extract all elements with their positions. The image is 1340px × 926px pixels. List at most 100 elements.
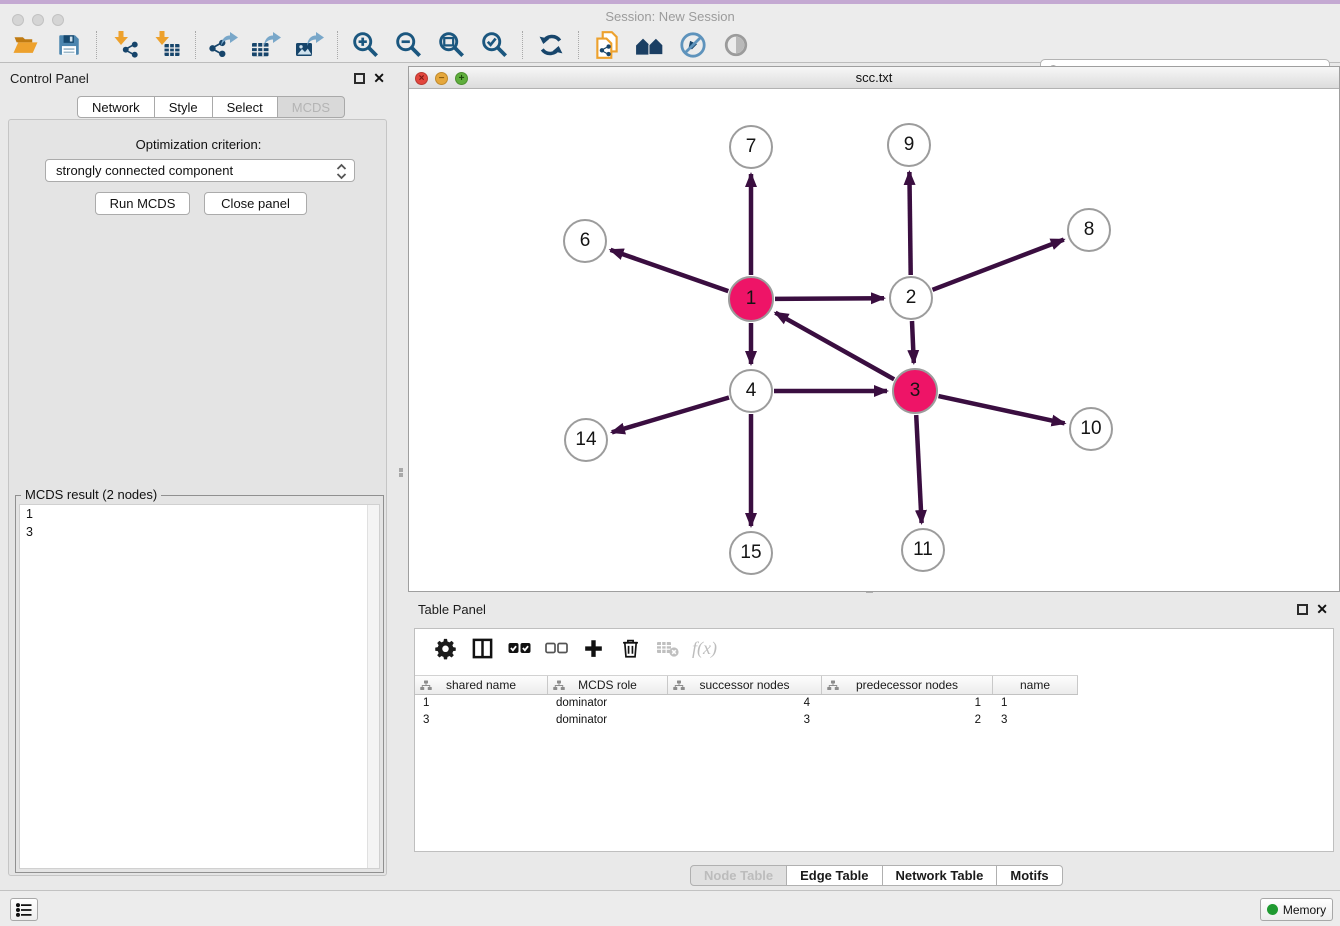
table-cell[interactable]: 3 [993,712,1078,729]
delete-table-icon [649,632,686,664]
toolbar-separator [96,31,97,59]
zoom-in-icon[interactable] [344,28,387,62]
tab-edge-table[interactable]: Edge Table [787,865,882,886]
refresh-layout-icon[interactable] [529,28,572,62]
table-cell[interactable]: 1 [993,695,1078,712]
table-cell[interactable]: 3 [415,712,548,729]
node-table-container: f(x) shared nameMCDS rolesuccessor nodes… [414,628,1334,852]
memory-button[interactable]: Memory [1260,898,1333,921]
houses-icon[interactable] [628,28,671,62]
column-header-successor-nodes[interactable]: successor nodes [668,676,822,694]
graph-edge-1-6[interactable] [611,250,729,291]
export-image-icon[interactable] [288,28,331,62]
add-column-icon[interactable] [575,632,612,664]
close-panel-icon[interactable]: ✕ [373,70,385,87]
table-cell[interactable]: 4 [668,695,822,712]
table-close-icon[interactable]: ✕ [1316,601,1328,618]
graph-node-3[interactable]: 3 [892,368,938,414]
close-panel-button[interactable]: Close panel [204,192,307,215]
tab-network-table[interactable]: Network Table [883,865,998,886]
tab-mcds[interactable]: MCDS [278,96,345,118]
graph-node-10[interactable]: 10 [1069,407,1113,451]
graph-edge-2-8[interactable] [933,240,1064,290]
toolbar-separator [195,31,196,59]
vertical-splitter-handle[interactable] [399,467,404,481]
session-title: Session: New Session [0,9,1340,24]
graph-node-7[interactable]: 7 [729,125,773,169]
graph-node-6[interactable]: 6 [563,219,607,263]
optimization-criterion-select[interactable]: strongly connected component [45,159,355,182]
select-all-icon[interactable] [501,632,538,664]
column-header-name[interactable]: name [993,676,1078,694]
table-settings-icon[interactable] [427,632,464,664]
export-network-icon[interactable] [202,28,245,62]
table-row[interactable]: 3dominator323 [415,712,1078,729]
run-mcds-button[interactable]: Run MCDS [95,192,190,215]
delete-column-icon[interactable] [612,632,649,664]
zoom-selected-icon[interactable] [473,28,516,62]
zoom-out-icon[interactable] [387,28,430,62]
graph-node-14[interactable]: 14 [564,418,608,462]
table-cell[interactable]: dominator [548,695,668,712]
graph-edge-3-11[interactable] [916,415,921,523]
result-scrollbar[interactable] [367,505,379,868]
graph-node-1[interactable]: 1 [728,276,774,322]
table-float-icon[interactable] [1297,604,1308,615]
graph-node-11[interactable]: 11 [901,528,945,572]
mcds-result-legend: MCDS result (2 nodes) [21,487,161,502]
toolbar-separator [522,31,523,59]
main-toolbar [0,27,1340,63]
table-cell[interactable]: 1 [415,695,548,712]
status-bar: Memory [0,890,1340,926]
import-table-icon[interactable] [146,28,189,62]
task-history-button[interactable] [10,898,38,921]
graph-edge-4-14[interactable] [612,398,729,433]
column-header-MCDS-role[interactable]: MCDS role [548,676,668,694]
table-cell[interactable]: 1 [822,695,993,712]
column-header-shared-name[interactable]: shared name [415,676,548,694]
network-canvas[interactable]: 7 9 6 8 1 2 4 3 14 10 15 11 [409,89,1339,591]
optimization-criterion-label: Optimization criterion: [9,137,388,152]
mcds-result-item: 3 [20,523,379,541]
network-window-titlebar[interactable]: × − + scc.txt [409,67,1339,89]
tab-network[interactable]: Network [77,96,155,118]
graph-node-8[interactable]: 8 [1067,208,1111,252]
export-table-icon[interactable] [245,28,288,62]
table-cell[interactable]: 2 [822,712,993,729]
tab-node-table[interactable]: Node Table [690,865,787,886]
table-row[interactable]: 1dominator411 [415,695,1078,712]
graph-node-15[interactable]: 15 [729,531,773,575]
deselect-all-icon[interactable] [538,632,575,664]
birds-eye-view-icon[interactable] [714,28,757,62]
graph-edge-1-2[interactable] [775,298,884,299]
toggle-graphics-details-icon[interactable] [671,28,714,62]
graph-node-9[interactable]: 9 [887,123,931,167]
show-columns-icon[interactable] [464,632,501,664]
graph-edge-3-1[interactable] [775,313,894,380]
clone-network-icon[interactable] [585,28,628,62]
column-label: name [1020,678,1050,692]
mcds-result-box: MCDS result (2 nodes) 13 [15,495,384,873]
float-panel-icon[interactable] [354,73,365,84]
column-label: shared name [446,678,516,692]
column-header-predecessor-nodes[interactable]: predecessor nodes [822,676,993,694]
mcds-result-list[interactable]: 13 [19,504,380,869]
graph-node-2[interactable]: 2 [889,276,933,320]
table-cell[interactable]: 3 [668,712,822,729]
import-network-icon[interactable] [103,28,146,62]
graph-node-4[interactable]: 4 [729,369,773,413]
graph-edge-2-9[interactable] [909,172,910,275]
table-cell[interactable]: dominator [548,712,668,729]
tab-select[interactable]: Select [213,96,278,118]
tab-motifs[interactable]: Motifs [997,865,1062,886]
column-label: predecessor nodes [856,678,958,692]
graph-edge-3-10[interactable] [939,396,1065,423]
save-session-icon[interactable] [47,28,90,62]
zoom-fit-icon[interactable] [430,28,473,62]
tab-style[interactable]: Style [155,96,213,118]
graph-edge-2-3[interactable] [912,321,914,363]
list-icon [14,901,34,919]
network-title: scc.txt [409,70,1339,85]
org-chart-icon [673,680,685,694]
open-file-icon[interactable] [4,28,47,62]
